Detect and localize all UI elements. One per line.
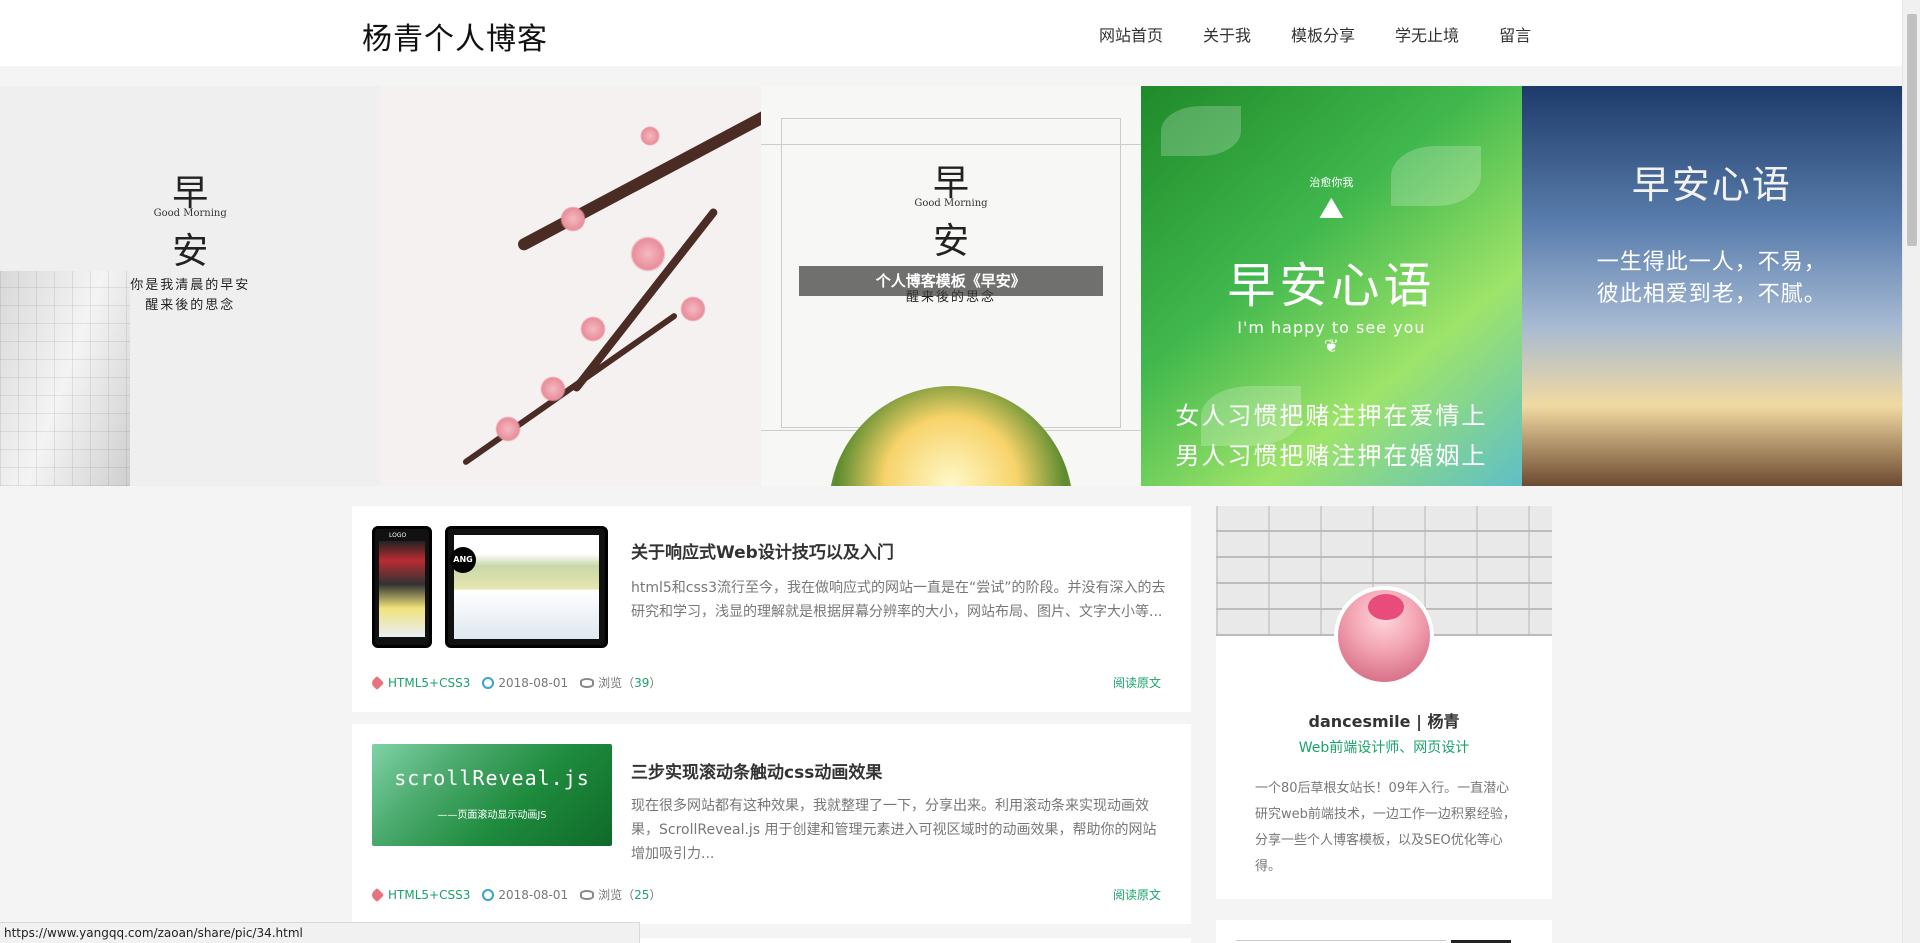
branch-shape <box>516 91 761 253</box>
views-label: 浏览（ <box>598 888 635 902</box>
about-card: dancesmile | 杨青 Web前端设计师、网页设计 一个80后草根女站长… <box>1216 506 1552 899</box>
phone-logo: LOGO <box>389 532 407 539</box>
panel5-line1: 一生得此一人，不易， <box>1596 250 1827 275</box>
panel3-char2: 安 <box>932 221 969 262</box>
read-more-link[interactable]: 阅读原文 <box>1113 886 1161 903</box>
views-end: ） <box>649 888 662 902</box>
blossom-shape <box>580 316 607 342</box>
laurel-icon: ❦ <box>1323 336 1339 357</box>
post-title[interactable]: 关于响应式Web设计技巧以及入门 <box>631 538 894 563</box>
blossom-shape <box>540 376 567 402</box>
panel1-eng: Good Morning <box>153 208 227 219</box>
search-card <box>1216 920 1552 943</box>
blossom-shape <box>560 206 587 232</box>
clock-icon <box>482 676 495 689</box>
scrollbar-thumb[interactable] <box>1907 14 1917 246</box>
post-card: LOGO ANG 关于响应式Web设计技巧以及入门 html5和css3流行至今… <box>352 506 1191 712</box>
post-tag[interactable]: HTML5+CSS3 <box>388 888 470 902</box>
blossom-shape <box>680 296 707 322</box>
post-excerpt: 现在很多网站都有这种效果，我就整理了一下，分享出来。利用滚动条来实现动画效果，S… <box>631 798 1157 862</box>
banner-panel-3[interactable]: 早 Good Morning 安 醒来後的思念 个人博客模板《早安》 <box>760 86 1142 486</box>
banner-panel-2[interactable] <box>380 86 761 486</box>
views-label: 浏览（ <box>598 676 635 690</box>
panel3-eng: Good Morning <box>914 198 988 209</box>
panel1-line2: 醒来後的思念 <box>145 298 236 313</box>
main-nav: 网站首页 关于我 模板分享 学无止境 留言 <box>1099 22 1531 46</box>
post-thumbnail[interactable]: LOGO ANG <box>372 526 612 648</box>
panel4-top: 治愈你我 <box>1309 176 1354 189</box>
site-logo[interactable]: 杨青个人博客 <box>362 14 548 58</box>
banner-panel-5[interactable]: 早安心语 一生得此一人，不易， 彼此相爱到老，不腻。 <box>1521 86 1902 486</box>
thumb-title: scrollReveal.js <box>394 766 590 790</box>
tag-icon <box>369 887 385 902</box>
ang-badge: ANG <box>450 547 476 573</box>
tree-icon: ⛰ <box>1318 191 1344 226</box>
tag-icon <box>369 675 385 690</box>
site-header: 杨青个人博客 网站首页 关于我 模板分享 学无止境 留言 <box>0 0 1902 66</box>
tablet-screen <box>454 535 599 639</box>
nav-guestbook[interactable]: 留言 <box>1499 22 1531 46</box>
banner-panel-4[interactable]: 治愈你我 ⛰ 早安心语 I'm happy to see you ❦ 女人习惯把… <box>1141 86 1522 486</box>
panel4-line1: 女人习惯把赌注押在爱情上 <box>1175 402 1488 430</box>
post-excerpt: html5和css3流行至今，我在做响应式的网站一直是在“尝试”的阶段。并没有深… <box>631 580 1166 620</box>
branch-shape <box>462 311 679 467</box>
panel5-title: 早安心语 <box>1631 163 1792 207</box>
post-meta: HTML5+CSS3 2018-08-01 浏览（ 25 ） <box>369 886 662 903</box>
post-meta: HTML5+CSS3 2018-08-01 浏览（ 39 ） <box>369 674 662 691</box>
panel1-line1: 你是我清晨的早安 <box>130 278 251 293</box>
post-tag[interactable]: HTML5+CSS3 <box>388 676 470 690</box>
nav-home[interactable]: 网站首页 <box>1099 22 1163 46</box>
views-count: 25 <box>634 887 650 902</box>
post-card: scrollReveal.js ——页面滚动显示动画JS 三步实现滚动条触动cs… <box>352 724 1191 924</box>
post-thumbnail[interactable]: scrollReveal.js ——页面滚动显示动画JS <box>372 744 612 846</box>
views-end: ） <box>649 676 662 690</box>
panel4-line2: 男人习惯把赌注押在婚姻上 <box>1175 442 1488 470</box>
banner-strip: 早 Good Morning 安 你是我清晨的早安 醒来後的思念 早 Good … <box>0 86 1902 486</box>
page-scrollbar[interactable] <box>1902 0 1920 943</box>
banner-panel-1[interactable]: 早 Good Morning 安 你是我清晨的早安 醒来後的思念 <box>0 86 381 486</box>
nav-templates[interactable]: 模板分享 <box>1291 22 1355 46</box>
author-name: dancesmile | 杨青 <box>1308 712 1460 731</box>
panel4-title: 早安心语 <box>1227 258 1436 314</box>
eye-icon <box>580 889 595 900</box>
clock-icon <box>482 888 495 901</box>
leaf-shape <box>1161 106 1242 156</box>
phone-mockup: LOGO <box>372 526 432 648</box>
avatar[interactable] <box>1334 586 1434 686</box>
panel5-line2: 彼此相爱到老，不腻。 <box>1596 282 1827 307</box>
status-bar-url: https://www.yangqq.com/zaoan/share/pic/3… <box>0 922 640 943</box>
read-more-link[interactable]: 阅读原文 <box>1113 674 1161 691</box>
nav-about[interactable]: 关于我 <box>1203 22 1251 46</box>
eye-icon <box>580 677 595 688</box>
tablet-mockup: ANG <box>445 526 608 648</box>
author-role: Web前端设计师、网页设计 <box>1298 740 1470 756</box>
phone-screen <box>379 541 425 637</box>
views-count: 39 <box>634 675 650 690</box>
thumb-subtitle: ——页面滚动显示动画JS <box>437 810 547 821</box>
blossom-shape <box>640 126 661 146</box>
post-date: 2018-08-01 <box>498 887 569 902</box>
panel4-eng: I'm happy to see you <box>1237 318 1426 337</box>
nav-learning[interactable]: 学无止境 <box>1395 22 1459 46</box>
post-title[interactable]: 三步实现滚动条触动css动画效果 <box>631 758 882 783</box>
panel1-char2: 安 <box>172 231 209 272</box>
banner-caption[interactable]: 个人博客模板《早安》 <box>798 266 1103 296</box>
blossom-shape <box>630 236 667 272</box>
blossom-shape <box>495 416 522 442</box>
post-date: 2018-08-01 <box>498 675 569 690</box>
author-bio: 一个80后草根女站长！09年入行。一直潜心研究web前端技术，一边工作一边积累经… <box>1255 781 1516 874</box>
